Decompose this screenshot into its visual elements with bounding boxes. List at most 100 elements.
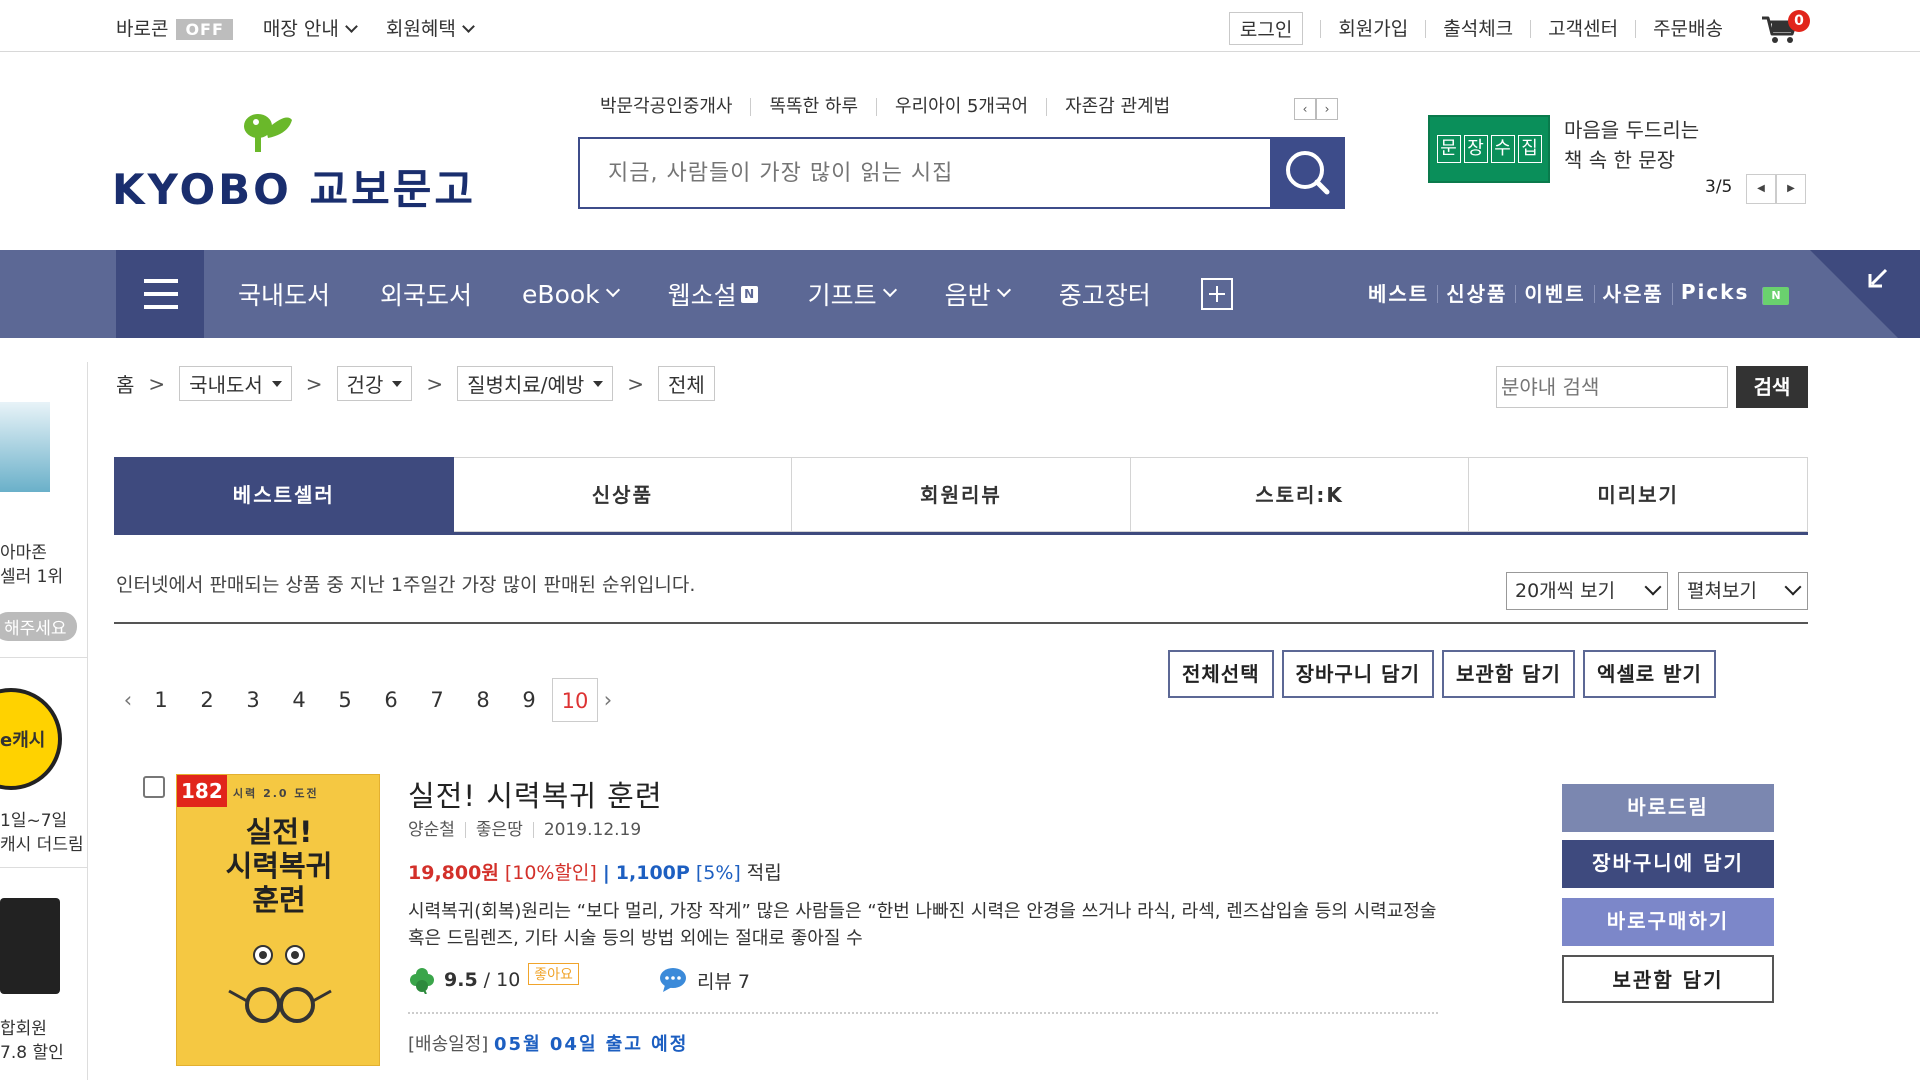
product-title[interactable]: 실전! 시력복귀 훈련 [408, 773, 663, 815]
cart-button[interactable]: 0 [1760, 9, 1810, 44]
search-icon [1286, 151, 1330, 195]
list-tabs: 베스트셀러 신상품 회원리뷰 스토리:K 미리보기 [114, 457, 1808, 535]
chevron-down-icon [1784, 578, 1802, 596]
order-delivery-link[interactable]: 주문배송 [1635, 19, 1740, 38]
nav-gift-link[interactable]: 사은품 [1593, 284, 1672, 304]
page-link[interactable]: 4 [276, 678, 322, 722]
add-to-cart-item-button[interactable]: 장바구니에 담기 [1562, 840, 1774, 888]
keyword-arrows: ‹ › [1294, 98, 1338, 120]
tab-new[interactable]: 신상품 [453, 457, 793, 532]
nav-new-link[interactable]: 신상품 [1437, 284, 1515, 304]
keyword-link[interactable]: 박문각공인중개사 [600, 98, 750, 116]
review-count-link[interactable]: 리뷰 7 [697, 967, 750, 994]
nav-more-button[interactable] [1200, 278, 1233, 310]
breadcrumb-level1-select[interactable]: 국내도서 [179, 366, 292, 401]
breadcrumb-level4[interactable]: 전체 [658, 366, 715, 401]
side-text: 아마존 [0, 543, 47, 563]
export-excel-button[interactable]: 엑셀로 받기 [1582, 650, 1716, 698]
per-page-select[interactable]: 20개씩 보기 [1506, 572, 1668, 610]
tab-preview[interactable]: 미리보기 [1469, 457, 1808, 532]
banner-next-button[interactable]: ▶ [1776, 174, 1806, 204]
nav-best-link[interactable]: 베스트 [1368, 284, 1437, 304]
category-search-input[interactable] [1496, 366, 1728, 408]
nav-ebook[interactable]: eBook [522, 280, 620, 309]
product-publisher[interactable]: 좋은땅 [464, 822, 533, 839]
customer-center-link[interactable]: 고객센터 [1530, 19, 1635, 38]
side-banner-1[interactable]: 아마존 셀러 1위 해주세요 [0, 362, 87, 658]
next-page-icon[interactable]: › [598, 688, 618, 712]
top-left-links: 바로콘 OFF 매장 안내 회원혜택 [116, 14, 475, 41]
save-to-wishlist-button[interactable]: 보관함 담기 [1562, 955, 1774, 1003]
page-link[interactable]: 9 [506, 678, 552, 722]
nav-domestic-books[interactable]: 국내도서 [238, 276, 330, 312]
sale-price: 19,800원 [408, 862, 499, 884]
search-input[interactable] [580, 139, 1270, 207]
nav-items: 국내도서 외국도서 eBook 웹소설 N 기프트 음반 중고장터 [238, 250, 1283, 338]
attendance-link[interactable]: 출석체크 [1425, 19, 1530, 38]
category-search-button[interactable]: 검색 [1736, 366, 1808, 408]
nav-foreign-books[interactable]: 외국도서 [380, 276, 472, 312]
signup-link[interactable]: 회원가입 [1320, 19, 1425, 38]
nav-web-novel[interactable]: 웹소설 N [668, 276, 758, 312]
search-button[interactable] [1270, 137, 1345, 209]
select-all-button[interactable]: 전체선택 [1168, 650, 1274, 698]
keyword-next-button[interactable]: › [1316, 98, 1338, 120]
product-author[interactable]: 양순철 [408, 822, 465, 839]
page-link[interactable]: 2 [184, 678, 230, 722]
nav-used-market[interactable]: 중고장터 [1059, 276, 1151, 312]
member-benefit-menu[interactable]: 회원혜택 [385, 14, 475, 41]
nav-event-link[interactable]: 이벤트 [1515, 284, 1593, 304]
left-side-banners: 아마존 셀러 1위 해주세요 e캐시 1일~7일 캐시 더드림 합회원 7.8 … [0, 362, 88, 1080]
side-banner-2[interactable]: e캐시 1일~7일 캐시 더드림 [0, 658, 87, 868]
breadcrumb-home[interactable]: 홈 [116, 369, 134, 398]
keyword-prev-button[interactable]: ‹ [1294, 98, 1316, 120]
banner-prev-button[interactable]: ◀ [1746, 174, 1776, 204]
page-link[interactable]: 8 [460, 678, 506, 722]
login-button[interactable]: 로그인 [1228, 12, 1304, 45]
tab-story-k[interactable]: 스토리:K [1130, 457, 1470, 532]
page-link[interactable]: 5 [322, 678, 368, 722]
cover-illustration [228, 945, 332, 1023]
page-link[interactable]: 3 [230, 678, 276, 722]
page-link[interactable]: 1 [138, 678, 184, 722]
baro-dream-button[interactable]: 바로드림 [1562, 784, 1774, 832]
current-page[interactable]: 10 [552, 678, 598, 722]
tab-bestseller[interactable]: 베스트셀러 [114, 457, 454, 532]
breadcrumb-level3-select[interactable]: 질병치료/예방 [457, 366, 614, 401]
barocon-toggle[interactable]: 바로콘 OFF [116, 14, 233, 41]
hamburger-menu-button[interactable] [116, 250, 204, 338]
like-badge: 좋아요 [528, 963, 579, 985]
prev-page-icon[interactable]: ‹ [118, 688, 138, 712]
side-text: 셀러 1위 [0, 567, 64, 587]
cover-title: 훈련 [252, 883, 306, 917]
page-link[interactable]: 7 [414, 678, 460, 722]
store-guide-menu[interactable]: 매장 안내 [263, 14, 358, 41]
add-to-wishlist-button[interactable]: 보관함 담기 [1441, 650, 1575, 698]
keyword-link[interactable]: 자존감 관계법 [1046, 98, 1188, 116]
buy-now-button[interactable]: 바로구매하기 [1562, 898, 1774, 946]
side-pill-button[interactable]: 해주세요 [0, 612, 77, 641]
nav-gift[interactable]: 기프트 [808, 276, 897, 312]
product-checkbox[interactable] [143, 776, 165, 798]
nav-music[interactable]: 음반 [945, 276, 1011, 312]
keyword-link[interactable]: 우리아이 5개국어 [876, 98, 1046, 116]
keyword-link[interactable]: 똑똑한 하루 [750, 98, 876, 116]
tab-member-review[interactable]: 회원리뷰 [792, 457, 1131, 532]
breadcrumb-separator: > [148, 371, 166, 396]
side-banner-3[interactable]: 합회원 7.8 할인 [0, 868, 87, 1080]
member-benefit-label: 회원혜택 [385, 18, 456, 40]
add-to-cart-button[interactable]: 장바구니 담기 [1281, 650, 1434, 698]
product-cover-image[interactable]: 182 시력 2.0 도전 실전! 시력복귀 훈련 [176, 774, 380, 1066]
collapse-corner-button[interactable] [1810, 250, 1898, 338]
chevron-down-icon [461, 20, 475, 33]
chevron-down-icon [345, 20, 358, 33]
chevron-down-icon [996, 282, 1011, 298]
reward-label: 적립 [746, 862, 782, 884]
breadcrumb-level2-select[interactable]: 건강 [336, 366, 413, 401]
barocon-off-badge: OFF [176, 19, 233, 40]
nav-picks-link[interactable]: Picks N [1671, 282, 1797, 305]
page-link[interactable]: 6 [368, 678, 414, 722]
bird-logo-icon [244, 114, 292, 152]
view-mode-select[interactable]: 펼쳐보기 [1678, 572, 1808, 610]
ship-label: [배송일정] [408, 1034, 489, 1055]
